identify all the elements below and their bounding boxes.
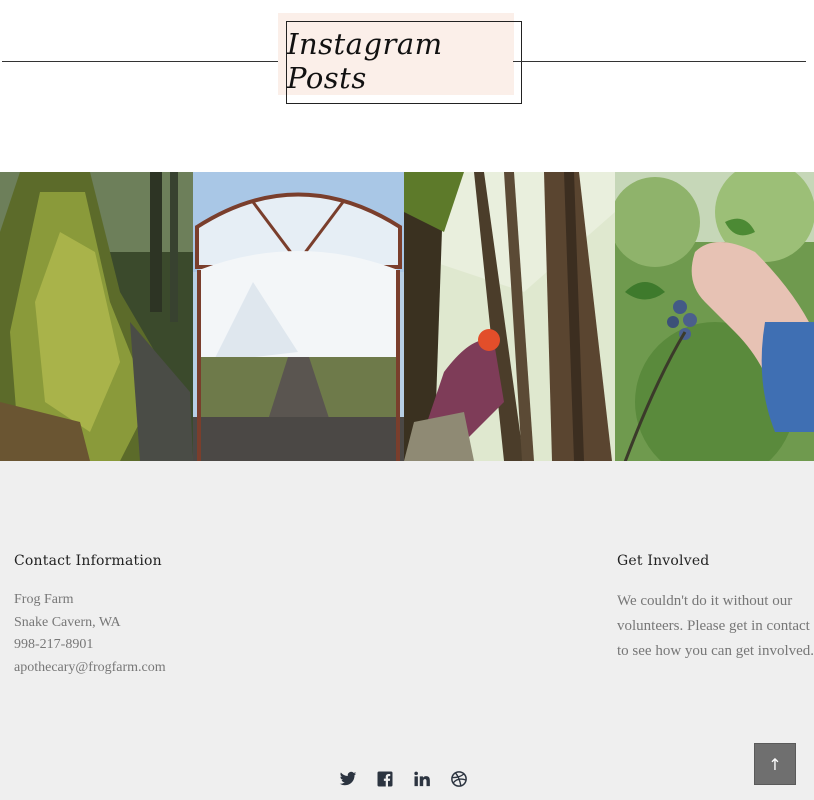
contact-information: Contact Information Frog Farm Snake Cave… — [14, 553, 314, 679]
contact-email[interactable]: apothecary@frogfarm.com — [14, 657, 314, 680]
dribbble-icon — [451, 771, 467, 787]
contact-list: Frog Farm Snake Cavern, WA 998-217-8901 … — [14, 589, 314, 679]
contact-heading: Contact Information — [14, 553, 162, 569]
title-frame: Instagram Posts — [286, 21, 522, 104]
social-links — [339, 770, 487, 792]
get-involved-heading: Get Involved — [617, 553, 710, 569]
facebook-link[interactable] — [376, 770, 413, 792]
dribbble-link[interactable] — [450, 770, 487, 792]
instagram-section-header: Instagram Posts — [0, 0, 814, 172]
linkedin-link[interactable] — [413, 770, 450, 792]
linkedin-icon — [414, 771, 430, 787]
twitter-icon — [339, 771, 357, 786]
section-title: Instagram Posts — [287, 26, 443, 95]
instagram-photo-blueberries[interactable] — [615, 172, 814, 461]
instagram-photo-mossy-tree[interactable] — [0, 172, 193, 461]
site-footer: Contact Information Frog Farm Snake Cave… — [0, 461, 814, 800]
facebook-icon — [377, 771, 393, 787]
divider-left — [2, 61, 280, 62]
contact-location: Snake Cavern, WA — [14, 614, 121, 630]
arrow-up-icon: ↑ — [768, 754, 782, 774]
instagram-photo-greenhouse[interactable] — [193, 172, 404, 461]
contact-phone[interactable]: 998-217-8901 — [14, 634, 314, 657]
twitter-link[interactable] — [339, 770, 376, 792]
get-involved-text: We couldn't do it without our volunteers… — [617, 593, 814, 659]
back-to-top-button[interactable]: ↑ — [754, 743, 796, 785]
contact-name: Frog Farm — [14, 592, 74, 607]
divider-right — [513, 61, 806, 62]
page: Instagram Posts Contact Information Frog… — [0, 0, 814, 800]
get-involved: Get Involved We couldn't do it without o… — [617, 553, 814, 664]
instagram-photo-forester[interactable] — [404, 172, 615, 461]
instagram-gallery — [0, 172, 814, 461]
